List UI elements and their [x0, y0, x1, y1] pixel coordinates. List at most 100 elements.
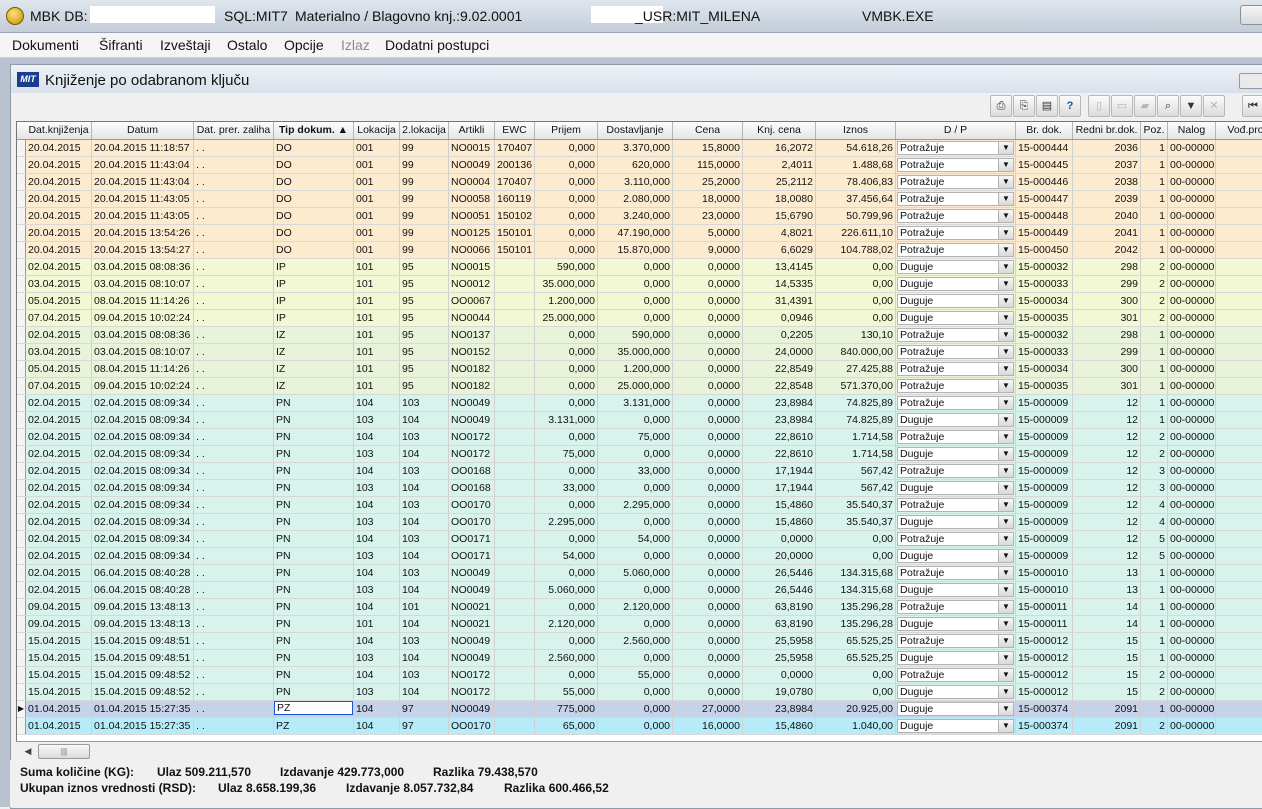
clear-filter-icon[interactable]: ✕ — [1203, 95, 1225, 117]
table-cell[interactable]: 001 — [354, 242, 400, 258]
menu-izveštaji[interactable]: Izveštaji — [160, 37, 211, 53]
table-cell[interactable]: 0,000 — [598, 310, 673, 326]
table-cell[interactable]: 00-00000 — [1168, 225, 1216, 241]
scroll-left-icon[interactable]: ◀ — [20, 744, 36, 758]
table-cell[interactable]: 03.04.2015 08:10:07 — [92, 276, 194, 292]
table-row[interactable]: 02.04.2015 02.04.2015 08:09:34. . PN 103 104… — [17, 548, 1262, 565]
table-cell[interactable]: 15.04.2015 — [26, 684, 92, 700]
table-cell[interactable]: 00-00000 — [1168, 395, 1216, 411]
table-cell[interactable]: NO0049 — [449, 650, 495, 666]
table-cell[interactable]: 130,10 — [816, 327, 896, 343]
row-indicator[interactable] — [17, 157, 26, 173]
table-cell[interactable]: 840.000,00 — [816, 344, 896, 360]
chevron-down-icon[interactable]: ▼ — [998, 669, 1013, 681]
table-cell[interactable]: OO0171 — [449, 531, 495, 547]
table-cell[interactable]: 15-000009 — [1016, 480, 1073, 496]
table-cell[interactable]: 2.560,000 — [598, 633, 673, 649]
table-cell[interactable]: 0,0000 — [673, 463, 743, 479]
column-header[interactable]: EWC — [495, 122, 535, 139]
table-cell[interactable] — [495, 310, 535, 326]
table-cell[interactable] — [1216, 531, 1262, 547]
table-row[interactable]: 02.04.2015 02.04.2015 08:09:34. . PN 103 104… — [17, 412, 1262, 429]
table-cell[interactable]: 0,0000 — [673, 276, 743, 292]
table-cell[interactable] — [1216, 599, 1262, 615]
table-cell[interactable] — [495, 429, 535, 445]
table-cell[interactable]: 15-000012 — [1016, 667, 1073, 683]
table-cell[interactable]: Potražuje ▼ — [896, 667, 1016, 683]
table-cell[interactable]: 103 — [354, 514, 400, 530]
dp-select[interactable]: Potražuje ▼ — [897, 532, 1014, 546]
table-cell[interactable]: 2042 — [1073, 242, 1141, 258]
table-cell[interactable]: 104.788,02 — [816, 242, 896, 258]
table-row[interactable]: 15.04.2015 15.04.2015 09:48:52. . PN 103 104… — [17, 684, 1262, 701]
table-row[interactable]: 20.04.2015 20.04.2015 11:43:05. . DO 001 99 N… — [17, 191, 1262, 208]
table-cell[interactable]: PN — [274, 650, 354, 666]
table-cell[interactable]: 2091 — [1073, 718, 1141, 734]
table-cell[interactable]: 2 — [1141, 293, 1168, 309]
table-cell[interactable]: PN — [274, 565, 354, 581]
table-cell[interactable] — [495, 531, 535, 547]
table-cell[interactable]: 15-000012 — [1016, 650, 1073, 666]
row-indicator[interactable] — [17, 361, 26, 377]
table-cell[interactable]: NO0049 — [449, 157, 495, 173]
table-cell[interactable]: 2 — [1141, 259, 1168, 275]
table-cell[interactable]: . . — [194, 582, 274, 598]
table-cell[interactable]: 0,0000 — [673, 344, 743, 360]
table-cell[interactable]: 00-00000 — [1168, 701, 1216, 717]
table-cell[interactable]: Potražuje ▼ — [896, 225, 1016, 241]
table-cell[interactable]: 0,000 — [535, 429, 598, 445]
table-cell[interactable]: 3.131,000 — [598, 395, 673, 411]
table-row[interactable]: 02.04.2015 02.04.2015 08:09:34. . PN 104 103… — [17, 395, 1262, 412]
table-cell[interactable]: NO0172 — [449, 429, 495, 445]
table-cell[interactable] — [1216, 497, 1262, 513]
chevron-down-icon[interactable]: ▼ — [998, 448, 1013, 460]
table-cell[interactable]: 0,000 — [535, 140, 598, 156]
column-header[interactable]: Artikli — [449, 122, 495, 139]
table-cell[interactable]: 0,00 — [816, 684, 896, 700]
table-cell[interactable]: 09.04.2015 13:48:13 — [92, 599, 194, 615]
chevron-down-icon[interactable]: ▼ — [998, 261, 1013, 273]
table-cell[interactable]: 0,000 — [598, 412, 673, 428]
table-cell[interactable]: 15-000445 — [1016, 157, 1073, 173]
table-cell[interactable]: 18,0000 — [673, 191, 743, 207]
table-cell[interactable]: 65.525,25 — [816, 650, 896, 666]
table-cell[interactable]: 1.714,58 — [816, 429, 896, 445]
table-cell[interactable]: 15-000033 — [1016, 344, 1073, 360]
table-cell[interactable]: 00-00000 — [1168, 191, 1216, 207]
chevron-down-icon[interactable]: ▼ — [998, 193, 1013, 205]
table-cell[interactable]: 1.200,000 — [598, 361, 673, 377]
table-cell[interactable]: 00-00000 — [1168, 242, 1216, 258]
table-cell[interactable]: 00-00000 — [1168, 293, 1216, 309]
table-cell[interactable]: . . — [194, 650, 274, 666]
chevron-down-icon[interactable]: ▼ — [998, 601, 1013, 613]
table-cell[interactable] — [1216, 565, 1262, 581]
table-cell[interactable] — [1216, 395, 1262, 411]
help-icon[interactable]: ? — [1059, 95, 1081, 117]
table-cell[interactable] — [1216, 463, 1262, 479]
table-cell[interactable]: 101 — [354, 344, 400, 360]
table-cell[interactable]: 0,000 — [535, 361, 598, 377]
table-cell[interactable]: 00-00000 — [1168, 361, 1216, 377]
table-cell[interactable]: Duguje ▼ — [896, 446, 1016, 462]
table-row[interactable]: 02.04.2015 06.04.2015 08:40:28. . PN 104 103… — [17, 565, 1262, 582]
table-cell[interactable]: OO0168 — [449, 480, 495, 496]
table-cell[interactable]: 001 — [354, 174, 400, 190]
table-cell[interactable]: 03.04.2015 — [26, 276, 92, 292]
table-cell[interactable]: . . — [194, 225, 274, 241]
table-cell[interactable] — [1216, 259, 1262, 275]
table-cell[interactable]: DO — [274, 225, 354, 241]
table-cell[interactable]: 15-000009 — [1016, 429, 1073, 445]
table-row[interactable]: 15.04.2015 15.04.2015 09:48:51. . PN 103 104… — [17, 650, 1262, 667]
dp-select[interactable]: Duguje ▼ — [897, 685, 1014, 699]
table-cell[interactable]: . . — [194, 633, 274, 649]
table-cell[interactable] — [495, 548, 535, 564]
dp-select[interactable]: Potražuje ▼ — [897, 600, 1014, 614]
table-row[interactable]: 02.04.2015 02.04.2015 08:09:34. . PN 103 104… — [17, 446, 1262, 463]
table-cell[interactable]: 20.04.2015 — [26, 208, 92, 224]
chevron-down-icon[interactable]: ▼ — [998, 210, 1013, 222]
column-header[interactable]: Knj. cena — [743, 122, 816, 139]
table-cell[interactable]: 02.04.2015 08:09:34 — [92, 412, 194, 428]
table-cell[interactable]: 02.04.2015 08:09:34 — [92, 514, 194, 530]
table-cell[interactable]: . . — [194, 531, 274, 547]
table-cell[interactable]: Duguje ▼ — [896, 718, 1016, 734]
